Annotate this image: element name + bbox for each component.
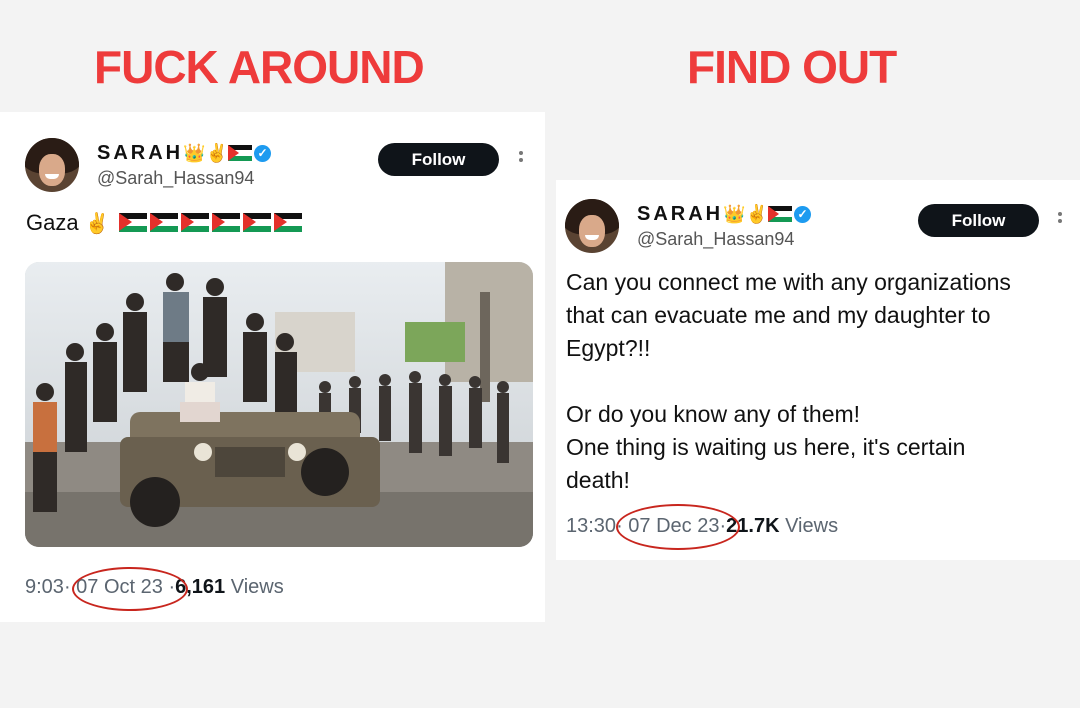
right-tweet-line-6: death! bbox=[566, 467, 630, 493]
left-meta-separator: · bbox=[63, 576, 71, 598]
crown-emoji-icon: 👑 bbox=[183, 143, 206, 163]
left-avatar[interactable] bbox=[25, 138, 79, 192]
palestine-flag-icon bbox=[273, 213, 302, 232]
left-tweet-text: Gaza ✌ bbox=[26, 210, 302, 236]
right-more-options-icon[interactable] bbox=[1058, 212, 1062, 232]
left-display-name[interactable]: SARAH👑✌ ✓ bbox=[97, 142, 271, 165]
left-date-annotation-circle bbox=[72, 567, 188, 611]
palestine-flag-icon bbox=[227, 145, 252, 161]
right-display-name[interactable]: SARAH👑✌ ✓ bbox=[637, 203, 811, 226]
crowd-photo-illustration bbox=[25, 262, 533, 547]
right-views-label: Views bbox=[785, 515, 839, 537]
palestine-flag-icon bbox=[149, 213, 178, 232]
palestine-flag-icon bbox=[242, 213, 271, 232]
right-tweet-time[interactable]: 13:30 bbox=[566, 515, 616, 537]
verified-badge-icon: ✓ bbox=[793, 206, 811, 223]
victory-hand-emoji-icon: ✌ bbox=[205, 143, 228, 163]
right-tweet-line-4: Or do you know any of them! bbox=[566, 401, 861, 427]
verified-badge-icon: ✓ bbox=[253, 145, 271, 162]
left-more-options-icon[interactable] bbox=[519, 151, 523, 171]
palestine-flag-icon bbox=[118, 213, 147, 232]
left-tweet-text-gaza: Gaza bbox=[26, 210, 79, 235]
right-tweet-line-2: that can evacuate me and my daughter to bbox=[566, 302, 991, 328]
left-tweet-time[interactable]: 9:03 bbox=[25, 576, 64, 598]
palestine-flag-icon bbox=[767, 206, 792, 222]
palestine-flag-icon bbox=[180, 213, 209, 232]
left-follow-button[interactable]: Follow bbox=[378, 143, 499, 176]
left-handle[interactable]: @Sarah_Hassan94 bbox=[97, 168, 254, 189]
right-handle[interactable]: @Sarah_Hassan94 bbox=[637, 229, 794, 250]
right-tweet-text: Can you connect me with any organization… bbox=[566, 266, 1066, 497]
headline-find-out: FIND OUT bbox=[687, 41, 897, 93]
right-tweet-line-5: One thing is waiting us here, it's certa… bbox=[566, 434, 966, 460]
right-name-text: SARAH bbox=[637, 203, 724, 225]
left-views-label: Views bbox=[230, 576, 284, 598]
right-follow-button[interactable]: Follow bbox=[918, 204, 1039, 237]
right-tweet-line-1: Can you connect me with any organization… bbox=[566, 269, 1011, 295]
victory-hand-emoji-icon: ✌ bbox=[745, 204, 768, 224]
tweet-photo-crowd-on-vehicle[interactable] bbox=[25, 262, 533, 547]
right-date-annotation-circle bbox=[616, 504, 740, 550]
victory-hand-emoji-icon: ✌ bbox=[84, 213, 110, 235]
right-tweet-line-3: Egypt?!! bbox=[566, 335, 651, 361]
headline-fuck-around: FUCK AROUND bbox=[94, 41, 425, 93]
crown-emoji-icon: 👑 bbox=[723, 204, 746, 224]
right-avatar[interactable] bbox=[565, 199, 619, 253]
left-name-text: SARAH bbox=[97, 142, 184, 164]
palestine-flag-icon bbox=[211, 213, 240, 232]
